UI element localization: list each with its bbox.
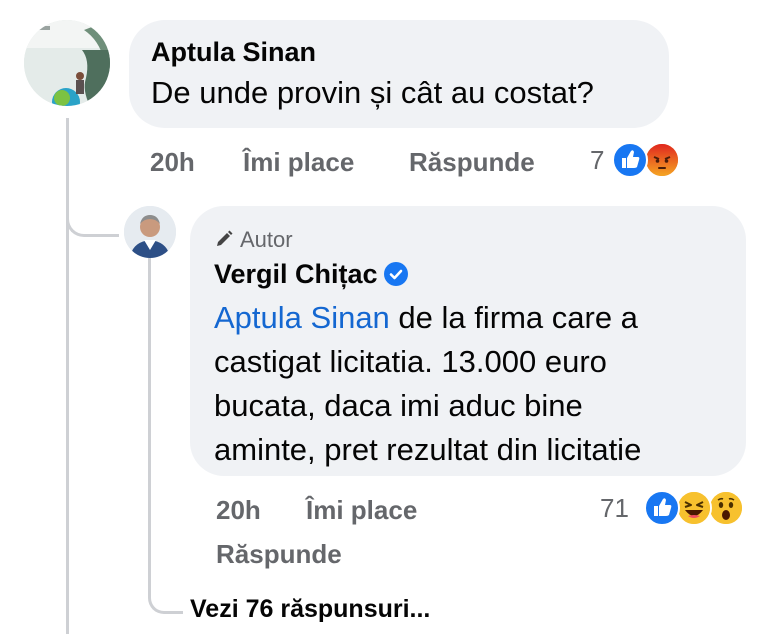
reply-reply-button[interactable]: Răspunde [216, 538, 342, 570]
author-badge: Autor [214, 226, 746, 256]
thread-line-more-branch [148, 585, 183, 614]
reply-avatar-photo [124, 206, 176, 258]
reply-avatar[interactable] [124, 206, 176, 258]
like-reaction-icon[interactable] [612, 142, 648, 178]
comment-reaction-count[interactable]: 7 [590, 144, 604, 176]
comment-bubble: Aptula Sinan De unde provin și cât au co… [129, 20, 669, 128]
reply-text-line-4: aminte, pret rezultat din licitatie [214, 432, 642, 467]
comment-timestamp[interactable]: 20h [150, 146, 195, 178]
wow-reaction-icon[interactable] [708, 490, 744, 526]
comment-author-name[interactable]: Aptula Sinan [151, 36, 669, 68]
reply-like-button[interactable]: Îmi place [306, 494, 417, 526]
avatar-photo [24, 20, 110, 106]
reply-text-line-1-rest: de la firma care a [389, 300, 638, 335]
comment-text: De unde provin și cât au costat? [151, 75, 594, 110]
thread-line-main [66, 118, 69, 634]
thread-line-reply [148, 258, 151, 598]
reply-reaction-count[interactable]: 71 [600, 492, 629, 524]
reply-author-name[interactable]: Vergil Chițac [214, 258, 746, 290]
reply-text: Aptula Sinan de la firma care a castigat… [214, 296, 746, 472]
like-reaction-icon[interactable] [644, 490, 680, 526]
avatar[interactable] [24, 20, 110, 106]
pencil-icon [214, 228, 234, 256]
comment-reply-button[interactable]: Răspunde [409, 146, 535, 178]
reply-text-line-3: bucata, daca imi aduc bine [214, 388, 583, 423]
haha-reaction-icon[interactable] [676, 490, 712, 526]
reply-mention-link[interactable]: Aptula Sinan [214, 300, 390, 335]
angry-reaction-icon[interactable] [644, 142, 680, 178]
view-more-replies-link[interactable]: Vezi 76 răspunsuri... [190, 595, 430, 624]
author-badge-label: Autor [240, 227, 293, 252]
reply-timestamp[interactable]: 20h [216, 494, 261, 526]
reply-text-line-1: Aptula Sinan de la firma care a [214, 296, 746, 340]
reply-text-line-2: castigat licitatia. 13.000 euro [214, 344, 607, 379]
comment-like-button[interactable]: Îmi place [243, 146, 354, 178]
thread-line-branch [66, 206, 119, 237]
verified-badge-icon [383, 262, 408, 286]
reply-author-label: Vergil Chițac [214, 259, 378, 289]
reply-bubble: Autor Vergil Chițac Aptula Sinan de la f… [190, 206, 746, 476]
